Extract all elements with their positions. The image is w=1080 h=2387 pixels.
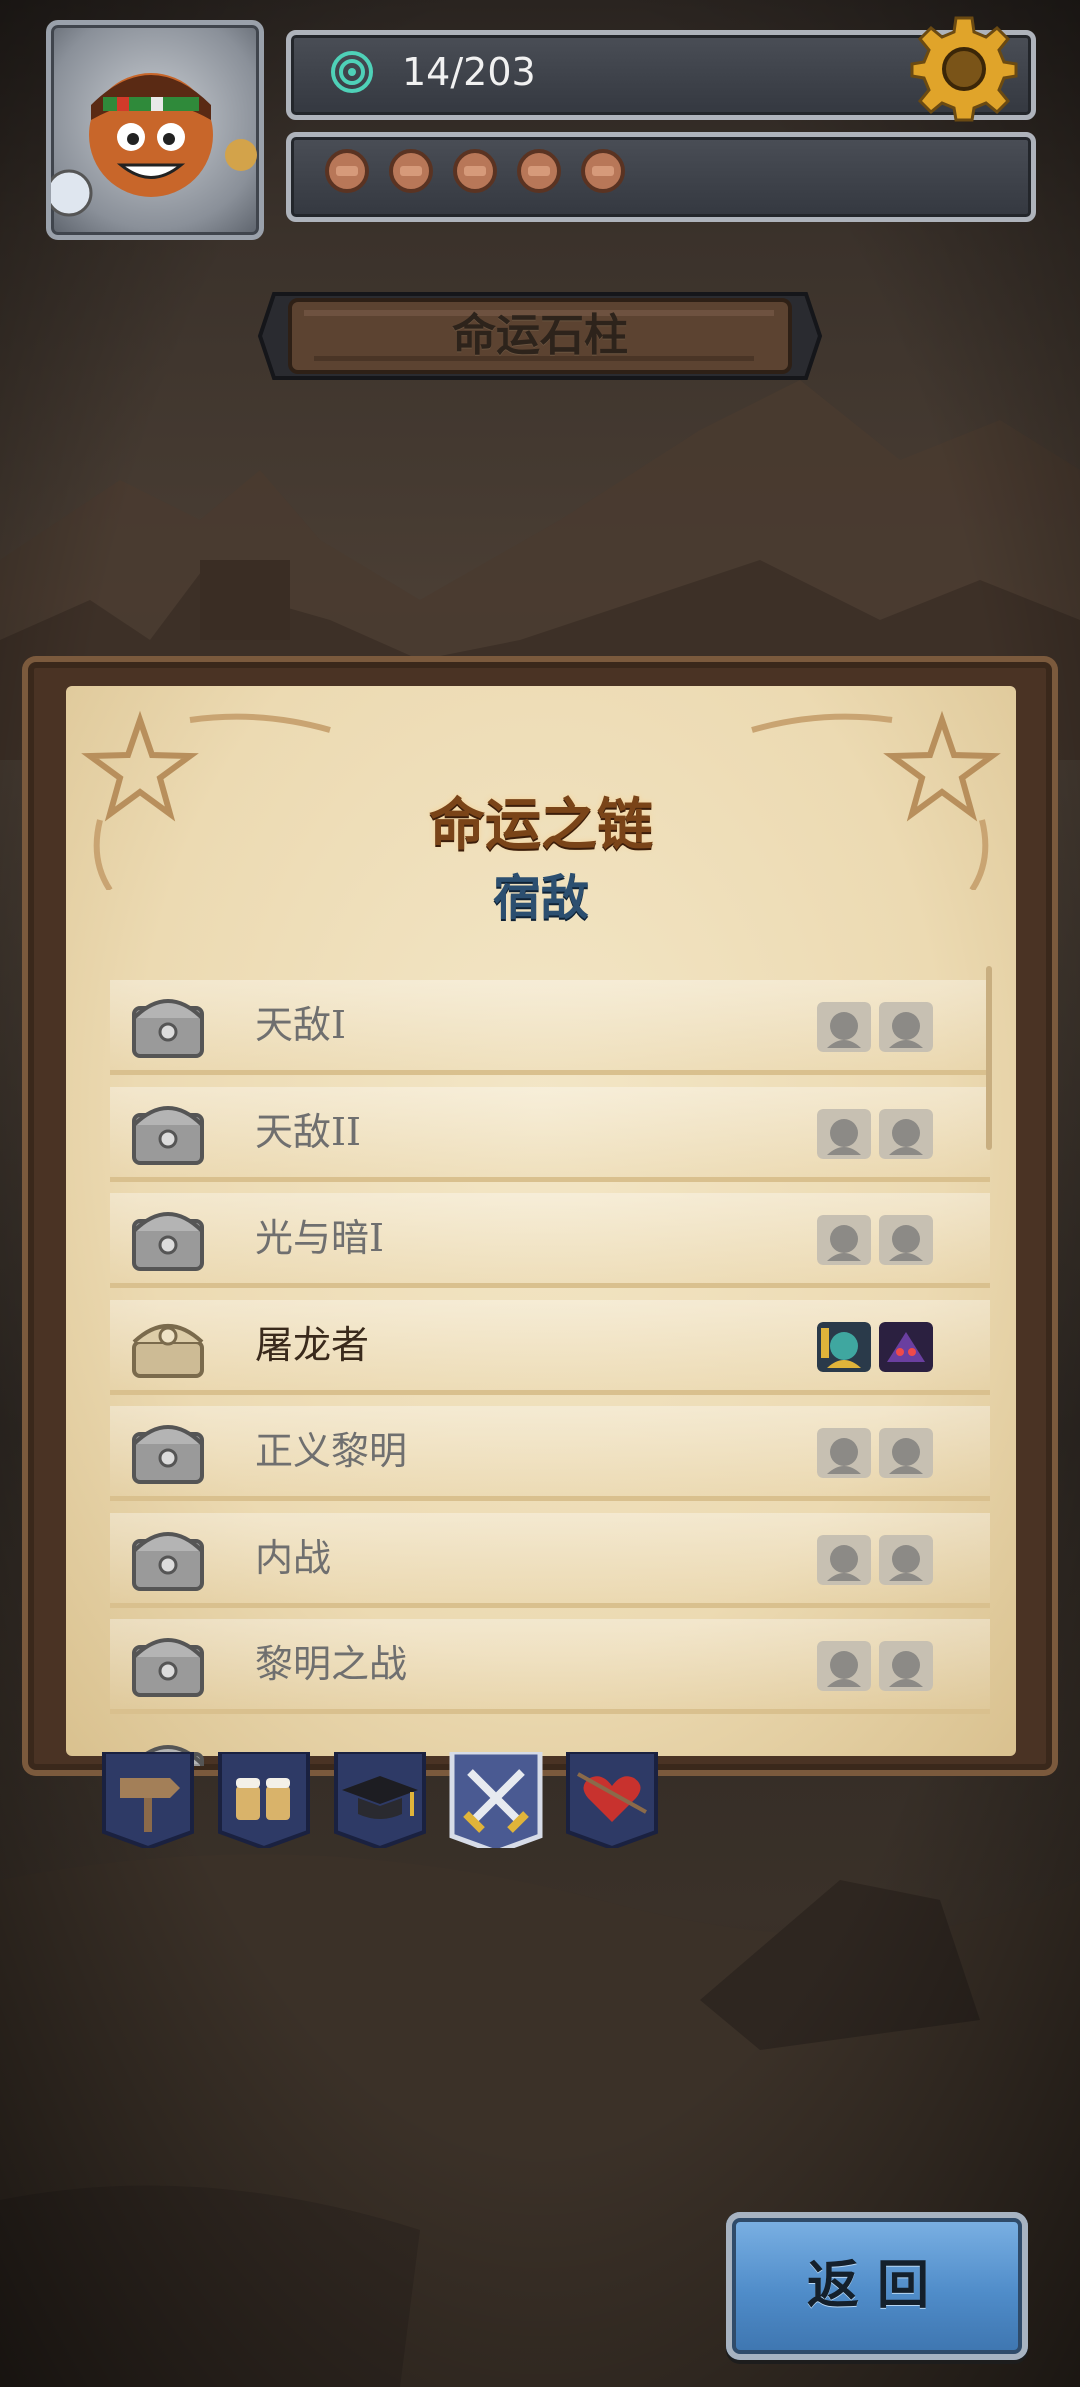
list-item-name: 光与暗I bbox=[255, 1216, 385, 1260]
back-button-label: 返回 bbox=[806, 2256, 947, 2316]
panel-title: 命运之链 bbox=[429, 793, 653, 858]
back-button[interactable]: 返回 bbox=[726, 2212, 1028, 2360]
list-item[interactable]: 天敌II bbox=[110, 1086, 990, 1182]
list-scrollbar[interactable] bbox=[986, 966, 992, 1150]
list-item-name: 天敌I bbox=[255, 1003, 347, 1047]
chest-locked-icon bbox=[132, 1425, 204, 1484]
gear-icon[interactable] bbox=[910, 14, 1018, 122]
hero-knight-icon bbox=[817, 1321, 871, 1372]
list-item-name: 内战 bbox=[255, 1535, 332, 1580]
hero-silhouette-icon bbox=[817, 1108, 871, 1159]
scroll-icon bbox=[517, 149, 561, 193]
list-item[interactable]: 正义黎明 bbox=[110, 1406, 990, 1501]
list-item[interactable]: 光与暗I bbox=[110, 1193, 990, 1288]
scroll-inventory bbox=[322, 146, 628, 198]
hero-silhouette-icon bbox=[879, 1215, 933, 1265]
signpost-icon[interactable] bbox=[100, 1752, 196, 1848]
chest-locked-icon bbox=[132, 1105, 204, 1165]
hero-silhouette-icon bbox=[879, 1002, 933, 1052]
chest-locked-icon bbox=[132, 1531, 204, 1591]
hero-silhouette-icon bbox=[817, 1215, 871, 1265]
heart-arrow-icon[interactable] bbox=[564, 1752, 660, 1848]
hero-silhouette-icon bbox=[879, 1534, 933, 1585]
achievement-list[interactable]: 天敌I 天敌II 光与暗I 屠龙者 正义黎明 内战 黎明之战 bbox=[110, 980, 990, 1777]
hero-portrait-icon bbox=[45, 73, 257, 217]
beer-mugs-icon[interactable] bbox=[216, 1752, 312, 1848]
list-item-name: 黎明之战 bbox=[255, 1642, 408, 1686]
list-item-name: 屠龙者 bbox=[255, 1322, 370, 1367]
scroll-icon bbox=[581, 149, 625, 193]
crossed-swords-icon[interactable] bbox=[448, 1752, 544, 1848]
hero-silhouette-icon bbox=[879, 1428, 933, 1478]
chest-locked-icon bbox=[132, 999, 204, 1058]
progress-counter: 14/203 bbox=[402, 50, 536, 94]
player-avatar[interactable] bbox=[45, 20, 264, 240]
panel-subtitle: 宿敌 bbox=[492, 870, 589, 926]
chest-open-icon bbox=[132, 1323, 204, 1378]
hero-silhouette-icon bbox=[817, 1002, 871, 1052]
hero-silhouette-icon bbox=[817, 1534, 871, 1585]
hero-silhouette-icon bbox=[879, 1641, 933, 1691]
list-item-name: 正义黎明 bbox=[255, 1429, 408, 1473]
scroll-icon bbox=[389, 149, 433, 193]
list-item-unlocked[interactable]: 屠龙者 bbox=[110, 1299, 990, 1395]
hero-silhouette-icon bbox=[817, 1428, 871, 1478]
list-item[interactable]: 天敌I bbox=[110, 980, 990, 1075]
chest-locked-icon bbox=[132, 1212, 204, 1271]
scroll-icon bbox=[325, 149, 369, 193]
list-item[interactable]: 内战 bbox=[110, 1512, 990, 1608]
spiral-icon bbox=[331, 51, 373, 93]
hero-silhouette-icon bbox=[817, 1641, 871, 1691]
chest-locked-icon bbox=[132, 1638, 204, 1697]
location-title: 命运石柱 bbox=[452, 310, 628, 361]
scroll-icon bbox=[453, 149, 497, 193]
hero-dragon-icon bbox=[879, 1321, 933, 1372]
graduation-cap-icon[interactable] bbox=[332, 1752, 428, 1848]
list-item-name: 天敌II bbox=[255, 1109, 362, 1154]
hero-silhouette-icon bbox=[879, 1108, 933, 1159]
list-item[interactable]: 黎明之战 bbox=[110, 1619, 990, 1714]
